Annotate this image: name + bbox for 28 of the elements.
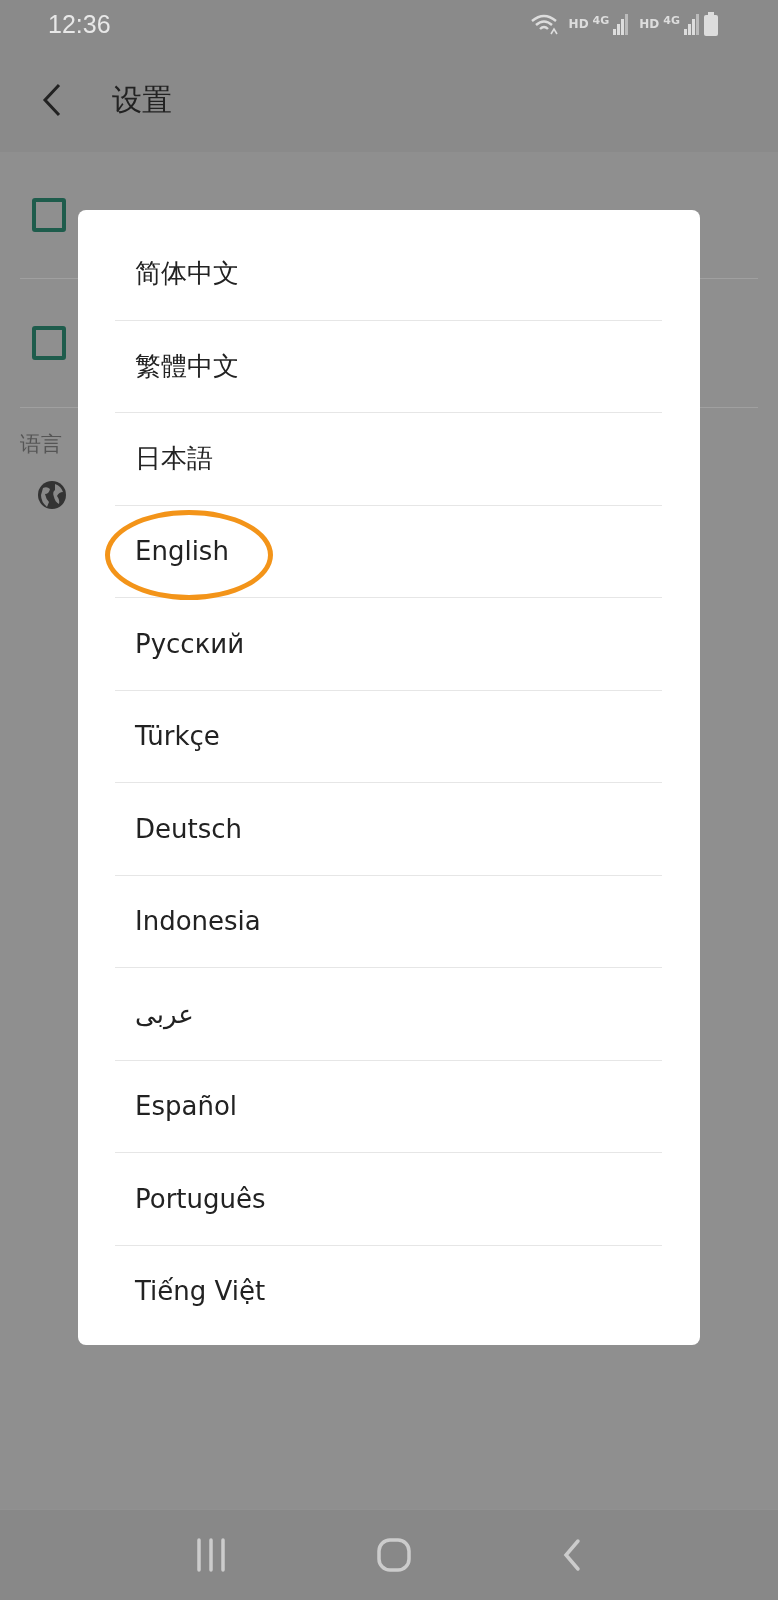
language-option[interactable]: Русский xyxy=(135,628,245,659)
checkbox[interactable] xyxy=(32,198,66,232)
language-option[interactable]: Tiếng Việt xyxy=(135,1276,266,1307)
back-icon[interactable] xyxy=(562,1538,583,1572)
network-label: 4G xyxy=(592,14,610,27)
globe-icon xyxy=(37,480,67,510)
signal-icon xyxy=(684,13,700,35)
back-icon[interactable] xyxy=(42,83,62,117)
language-option[interactable]: 日本語 xyxy=(135,441,213,477)
language-option[interactable]: Español xyxy=(135,1091,238,1122)
battery-icon xyxy=(704,12,718,36)
language-option[interactable]: عربى xyxy=(135,998,194,1029)
screen-title: 设置 xyxy=(112,80,172,119)
checkbox[interactable] xyxy=(32,326,66,360)
language-option[interactable]: Deutsch xyxy=(135,813,242,844)
signal-icon xyxy=(613,13,630,35)
language-option[interactable]: Indonesia xyxy=(135,906,261,937)
network-label: HD xyxy=(568,17,589,31)
language-option[interactable]: 繁體中文 xyxy=(135,348,239,384)
language-option[interactable]: English xyxy=(135,536,229,567)
clock-time: 12:36 xyxy=(48,9,111,39)
network-label: 4G xyxy=(663,14,680,27)
language-option[interactable]: Português xyxy=(135,1183,266,1214)
recent-apps-icon[interactable] xyxy=(195,1538,226,1572)
language-option[interactable]: Türkçe xyxy=(135,721,220,752)
home-icon[interactable] xyxy=(377,1538,411,1572)
network-label: HD xyxy=(639,17,660,31)
language-option[interactable]: 简体中文 xyxy=(135,256,239,292)
